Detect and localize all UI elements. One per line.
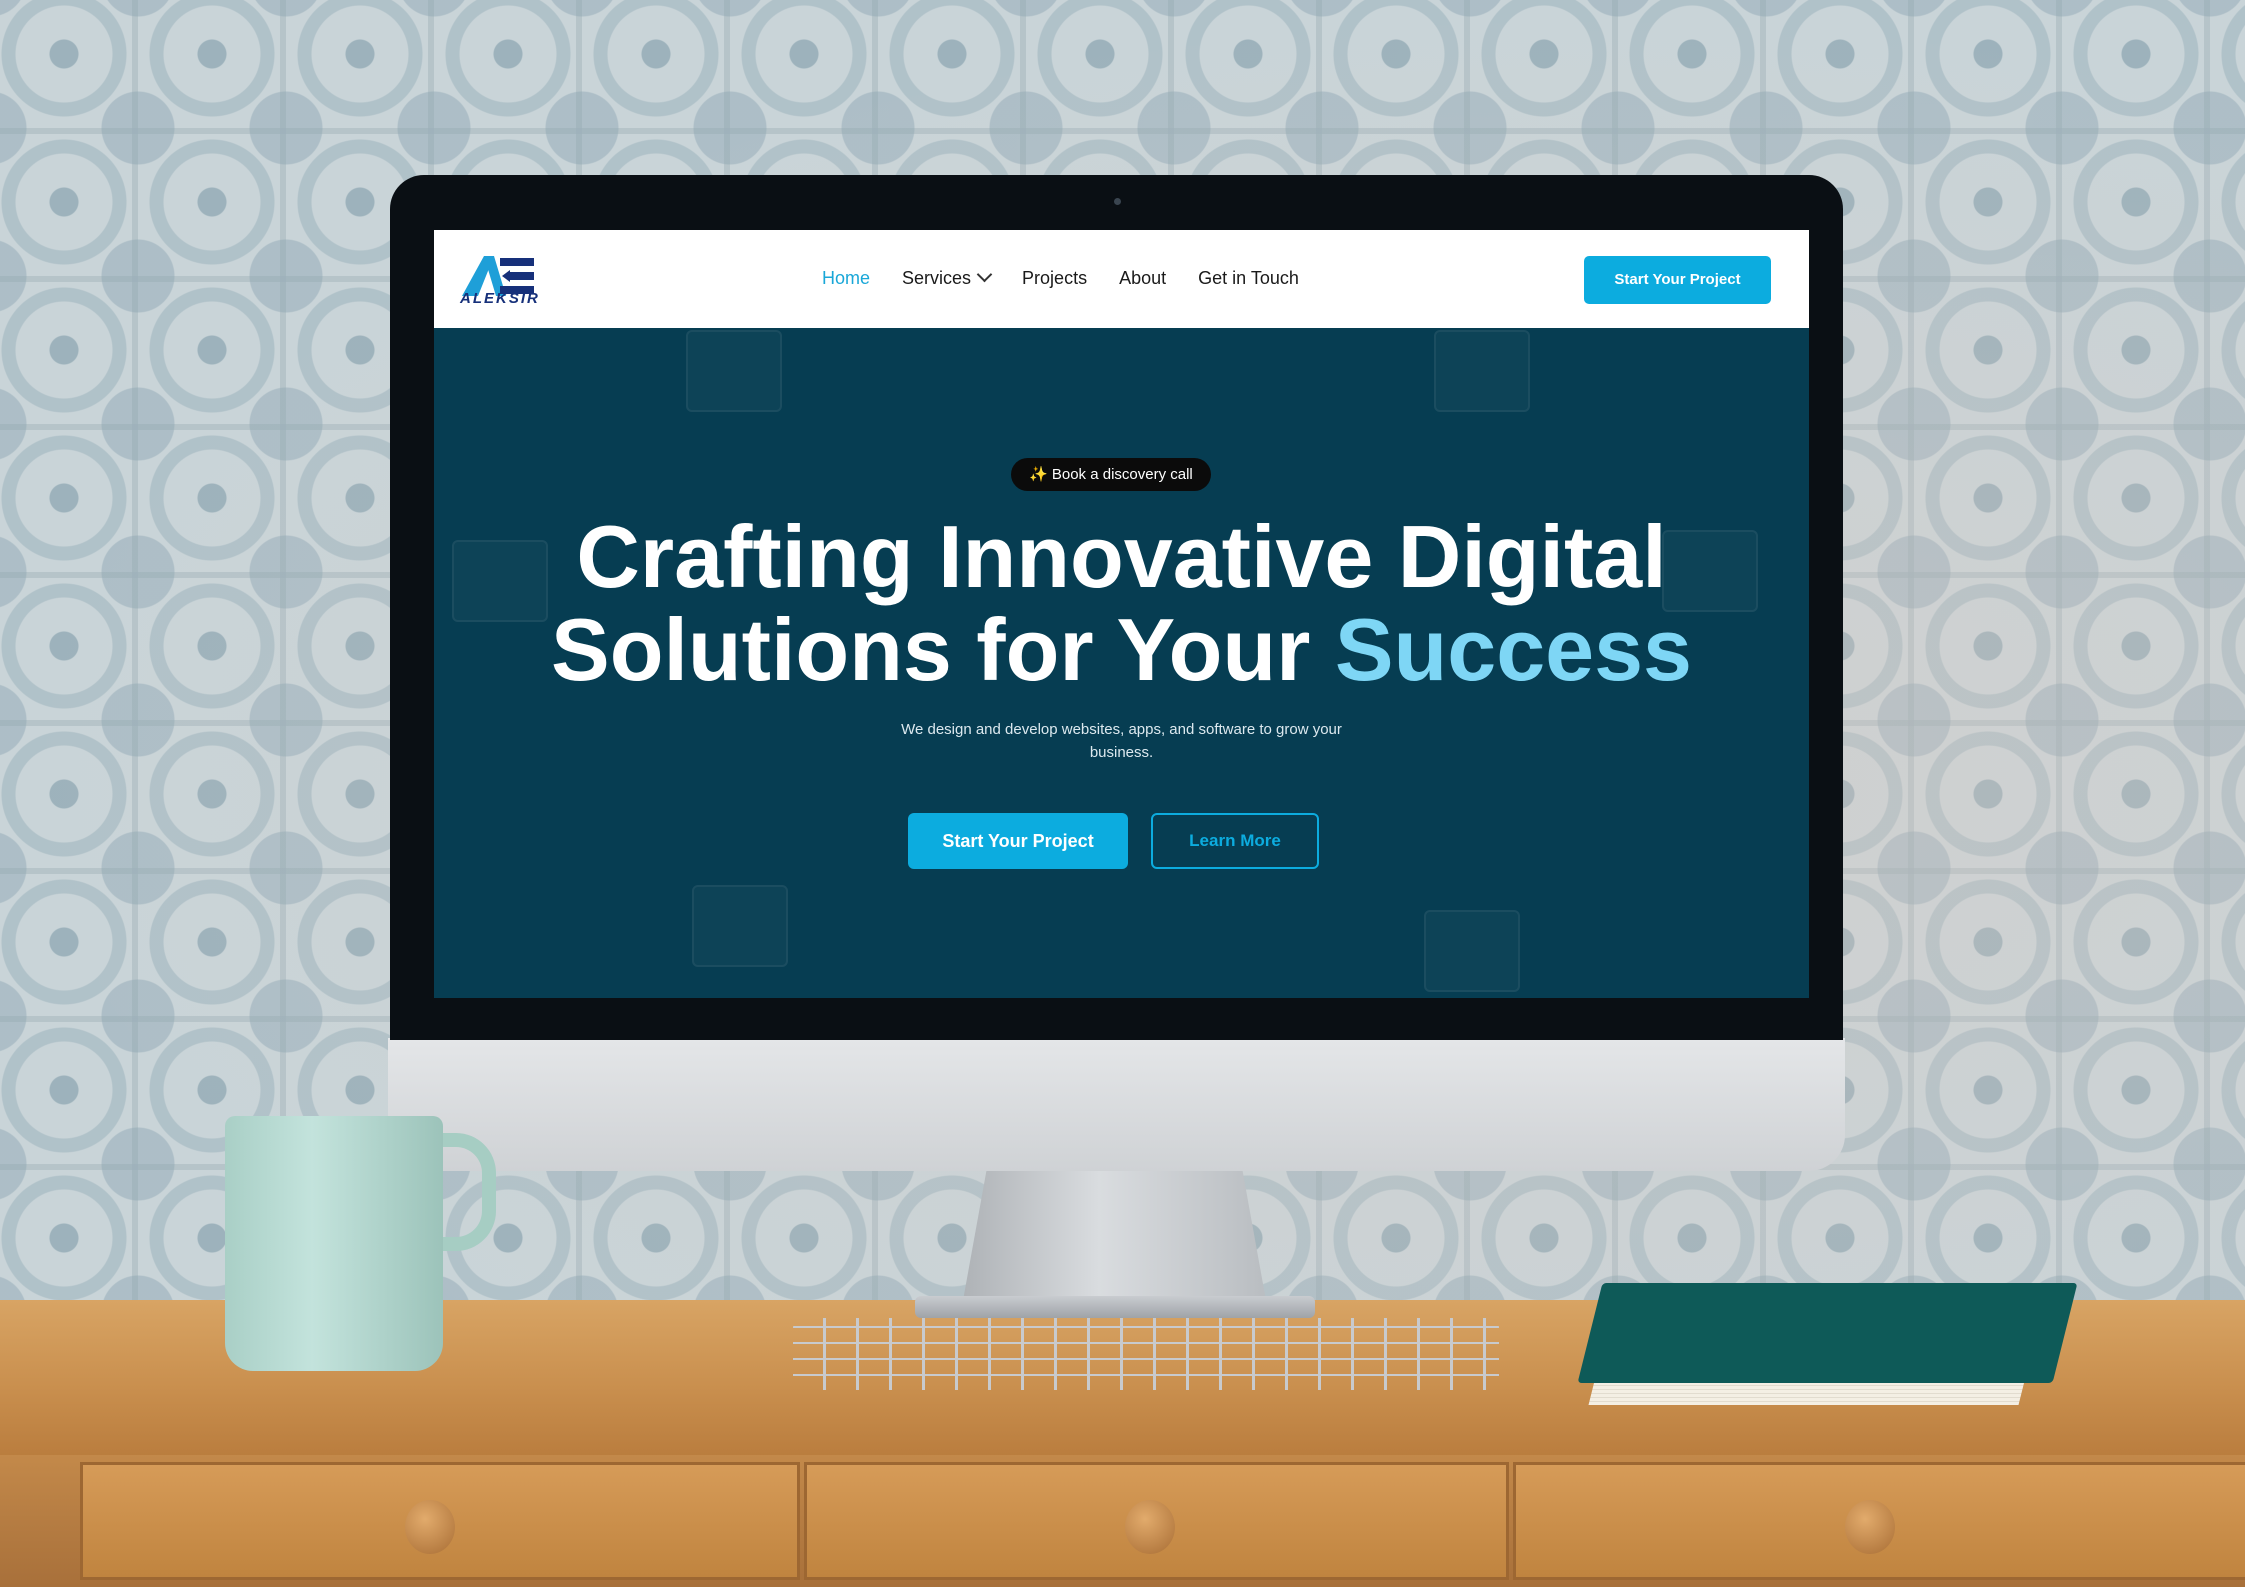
- tech-icon-background: [1434, 330, 1530, 412]
- headline-line-2: Solutions for Your Success: [434, 603, 1809, 696]
- tech-icon-background: [1424, 910, 1520, 992]
- navbar: ALEKSIR Home Services Projects About Get…: [434, 230, 1809, 328]
- keyboard: [793, 1318, 1499, 1390]
- main-nav: Home Services Projects About Get in Touc…: [822, 266, 1299, 289]
- nav-item-services-label: Services: [902, 268, 972, 288]
- drawer-knob: [1125, 1500, 1175, 1554]
- nav-item-projects[interactable]: Projects: [1022, 268, 1087, 289]
- website-screen: ALEKSIR Home Services Projects About Get…: [434, 230, 1809, 998]
- hero-subtitle: We design and develop websites, apps, an…: [901, 721, 1342, 761]
- monitor-chin: [388, 1038, 1845, 1171]
- hero-headline: Crafting Innovative Digital Solutions fo…: [434, 510, 1809, 696]
- sparkle-icon: ✨: [1029, 466, 1048, 483]
- drawer-knob: [405, 1500, 455, 1554]
- drawer-knob: [1845, 1500, 1895, 1554]
- learn-more-button[interactable]: Learn More: [1151, 813, 1319, 869]
- nav-item-get-in-touch[interactable]: Get in Touch: [1198, 268, 1299, 289]
- start-project-button[interactable]: Start Your Project: [908, 813, 1128, 869]
- headline-line-2-text: Solutions for Your: [551, 600, 1311, 699]
- nav-item-home[interactable]: Home: [822, 268, 870, 289]
- discovery-call-badge[interactable]: ✨ Book a discovery call: [1011, 458, 1211, 491]
- monitor-stand-base: [915, 1296, 1315, 1318]
- book: [1577, 1283, 2078, 1383]
- nav-item-services[interactable]: Services: [902, 266, 993, 289]
- tech-icon-background: [692, 885, 788, 967]
- chevron-down-icon: [976, 266, 993, 283]
- discovery-call-label: Book a discovery call: [1051, 466, 1193, 483]
- start-project-nav-button[interactable]: Start Your Project: [1584, 256, 1771, 304]
- coffee-mug: [225, 1116, 443, 1371]
- headline-accent: Success: [1334, 600, 1692, 699]
- logo-text: ALEKSIR: [460, 290, 540, 307]
- monitor-stand: [962, 1171, 1267, 1306]
- headline-line-1: Crafting Innovative Digital: [576, 507, 1667, 606]
- tech-icon-background: [686, 330, 782, 412]
- nav-item-about[interactable]: About: [1119, 268, 1166, 289]
- camera-icon: [1114, 198, 1121, 205]
